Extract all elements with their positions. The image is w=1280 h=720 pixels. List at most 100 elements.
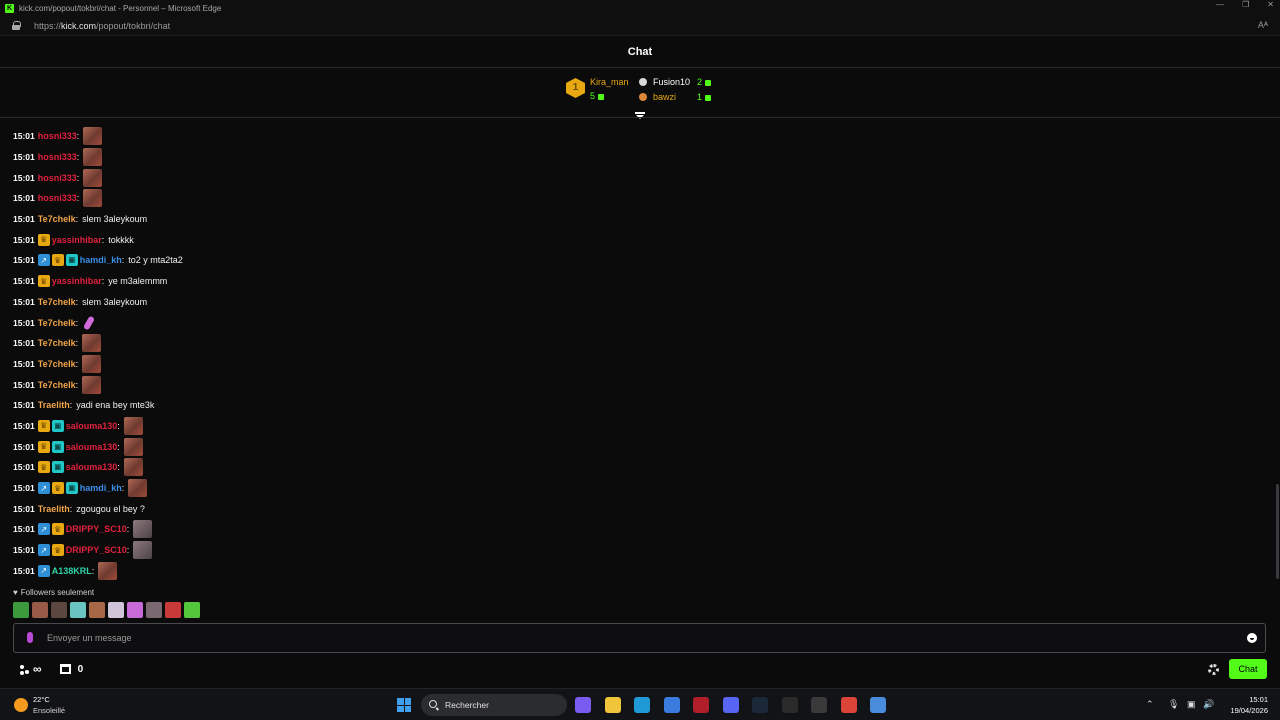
message-username[interactable]: hosni333 <box>38 193 77 203</box>
windows-start-icon[interactable] <box>397 698 411 712</box>
emote-icon[interactable] <box>82 315 96 331</box>
message-username[interactable]: Te7chelk <box>38 359 76 369</box>
message-username[interactable]: hamdi_kh <box>80 483 122 493</box>
leaderboard-rank1-name[interactable]: Kira_man <box>590 77 629 87</box>
quick-emote-icon[interactable] <box>89 602 105 618</box>
quick-emote-icon[interactable] <box>184 602 200 618</box>
message-username[interactable]: A138KRL <box>52 566 92 576</box>
chat-message-input[interactable]: Envoyer un message <box>13 623 1266 653</box>
copilot-icon[interactable] <box>575 697 591 713</box>
subscriber-badge-icon[interactable]: ▣ <box>51 461 64 474</box>
gifter-badge-icon[interactable]: ↗ <box>37 544 50 557</box>
crown-badge-icon[interactable]: ♛ <box>37 461 50 474</box>
emote-icon[interactable] <box>82 354 102 373</box>
quick-emote-icon[interactable] <box>127 602 143 618</box>
leaderboard-rank2[interactable]: Fusion10 2 <box>639 77 712 87</box>
message-username[interactable]: salouma130 <box>66 462 118 472</box>
volume-icon[interactable]: 🔊 <box>1203 699 1214 710</box>
subscriber-badge-icon[interactable]: ▣ <box>65 254 78 267</box>
subscriber-badge-icon[interactable]: ▣ <box>65 482 78 495</box>
message-username[interactable]: salouma130 <box>66 442 118 452</box>
chrome-icon[interactable] <box>840 697 857 713</box>
emote-icon[interactable] <box>82 375 102 394</box>
collapse-leaderboard-icon[interactable] <box>634 111 646 121</box>
sun-icon[interactable] <box>14 698 28 712</box>
message-username[interactable]: Te7chelk <box>38 214 76 224</box>
message-username[interactable]: hosni333 <box>38 131 77 141</box>
acrobat-icon[interactable] <box>693 697 709 713</box>
emote-icon[interactable] <box>83 168 103 187</box>
address-bar[interactable]: https://kick.com/popout/tokbri/chat Aᴬ <box>0 16 1280 36</box>
infinity-icon[interactable]: ∞ <box>33 662 42 676</box>
emote-icon[interactable] <box>83 189 103 208</box>
quick-emote-icon[interactable] <box>146 602 162 618</box>
quick-emote-icon[interactable] <box>13 602 29 618</box>
emote-icon[interactable] <box>128 479 148 498</box>
leaderboard-rank3[interactable]: bawzi 1 <box>639 92 712 102</box>
chat-scrollbar[interactable] <box>1276 484 1279 579</box>
message-username[interactable]: hosni333 <box>38 173 77 183</box>
weather-temperature[interactable]: 22°C <box>33 695 50 704</box>
message-username[interactable]: Te7chelk <box>38 338 76 348</box>
lock-icon[interactable] <box>12 21 21 30</box>
taskbar-search[interactable]: Rechercher <box>421 694 567 716</box>
quick-emote-icon[interactable] <box>165 602 181 618</box>
store-icon[interactable] <box>59 664 71 674</box>
edge-icon[interactable] <box>634 697 650 713</box>
epic-icon[interactable] <box>781 697 798 713</box>
chevron-up-icon[interactable]: ⌃ <box>1146 699 1154 710</box>
weather-condition[interactable]: Ensoleillé <box>33 706 65 715</box>
message-username[interactable]: DRIPPY_SC10 <box>66 524 127 534</box>
url-text[interactable]: https://kick.com/popout/tokbri/chat <box>34 21 170 31</box>
crown-badge-icon[interactable]: ♛ <box>51 544 64 557</box>
close-icon[interactable]: ✕ <box>1267 0 1274 9</box>
message-username[interactable]: Te7chelk <box>38 297 76 307</box>
emote-icon[interactable] <box>123 416 143 435</box>
crown-badge-icon[interactable]: ♛ <box>51 254 64 267</box>
network-icon[interactable]: ▣ <box>1187 699 1196 710</box>
gifter-badge-icon[interactable]: ↗ <box>37 254 50 267</box>
message-username[interactable]: Traelith <box>38 400 70 410</box>
message-username[interactable]: hosni333 <box>38 152 77 162</box>
message-username[interactable]: yassinhibar <box>52 235 102 245</box>
emote-icon[interactable] <box>133 520 153 539</box>
emote-picker-icon[interactable] <box>1247 633 1257 643</box>
message-username[interactable]: Te7chelk <box>38 318 76 328</box>
emote-icon[interactable] <box>123 437 143 456</box>
gear-icon[interactable] <box>1208 664 1219 675</box>
folder-icon[interactable] <box>604 697 621 713</box>
community-icon[interactable] <box>18 663 30 675</box>
store-icon[interactable] <box>663 697 680 713</box>
quick-emote-icon[interactable] <box>70 602 86 618</box>
subscriber-badge-icon[interactable]: ▣ <box>51 440 64 453</box>
emote-icon[interactable] <box>82 334 102 353</box>
quick-emote-icon[interactable] <box>108 602 124 618</box>
gifter-badge-icon[interactable]: ↗ <box>37 564 50 577</box>
emote-icon[interactable] <box>133 541 153 560</box>
microphone-icon[interactable] <box>27 632 33 643</box>
microphone-tray-icon[interactable]: 🎙 <box>1168 699 1179 710</box>
crown-badge-icon[interactable]: ♛ <box>37 233 50 246</box>
steam-icon[interactable] <box>752 697 768 713</box>
gifter-badge-icon[interactable]: ↗ <box>37 482 50 495</box>
send-chat-button[interactable]: Chat <box>1229 659 1267 679</box>
crown-badge-icon[interactable]: ♛ <box>37 419 50 432</box>
emote-icon[interactable] <box>123 458 143 477</box>
minimize-icon[interactable]: — <box>1216 0 1224 9</box>
message-username[interactable]: hamdi_kh <box>80 255 122 265</box>
quick-emote-icon[interactable] <box>51 602 67 618</box>
emote-icon[interactable] <box>98 561 118 580</box>
crown-badge-icon[interactable]: ♛ <box>37 440 50 453</box>
chrome-profile-icon[interactable] <box>870 697 886 713</box>
message-username[interactable]: Traelith <box>38 504 70 514</box>
read-aloud-icon[interactable]: Aᴬ <box>1258 20 1268 30</box>
restore-icon[interactable]: ❐ <box>1242 0 1249 9</box>
crown-badge-icon[interactable]: ♛ <box>37 275 50 288</box>
message-username[interactable]: salouma130 <box>66 421 118 431</box>
taskbar-clock[interactable]: 15:01 19/04/2026 <box>1226 694 1268 716</box>
obs-icon[interactable] <box>811 697 827 713</box>
emote-icon[interactable] <box>83 148 103 167</box>
quick-emote-icon[interactable] <box>32 602 48 618</box>
crown-badge-icon[interactable]: ♛ <box>51 523 64 536</box>
emote-icon[interactable] <box>83 127 103 146</box>
